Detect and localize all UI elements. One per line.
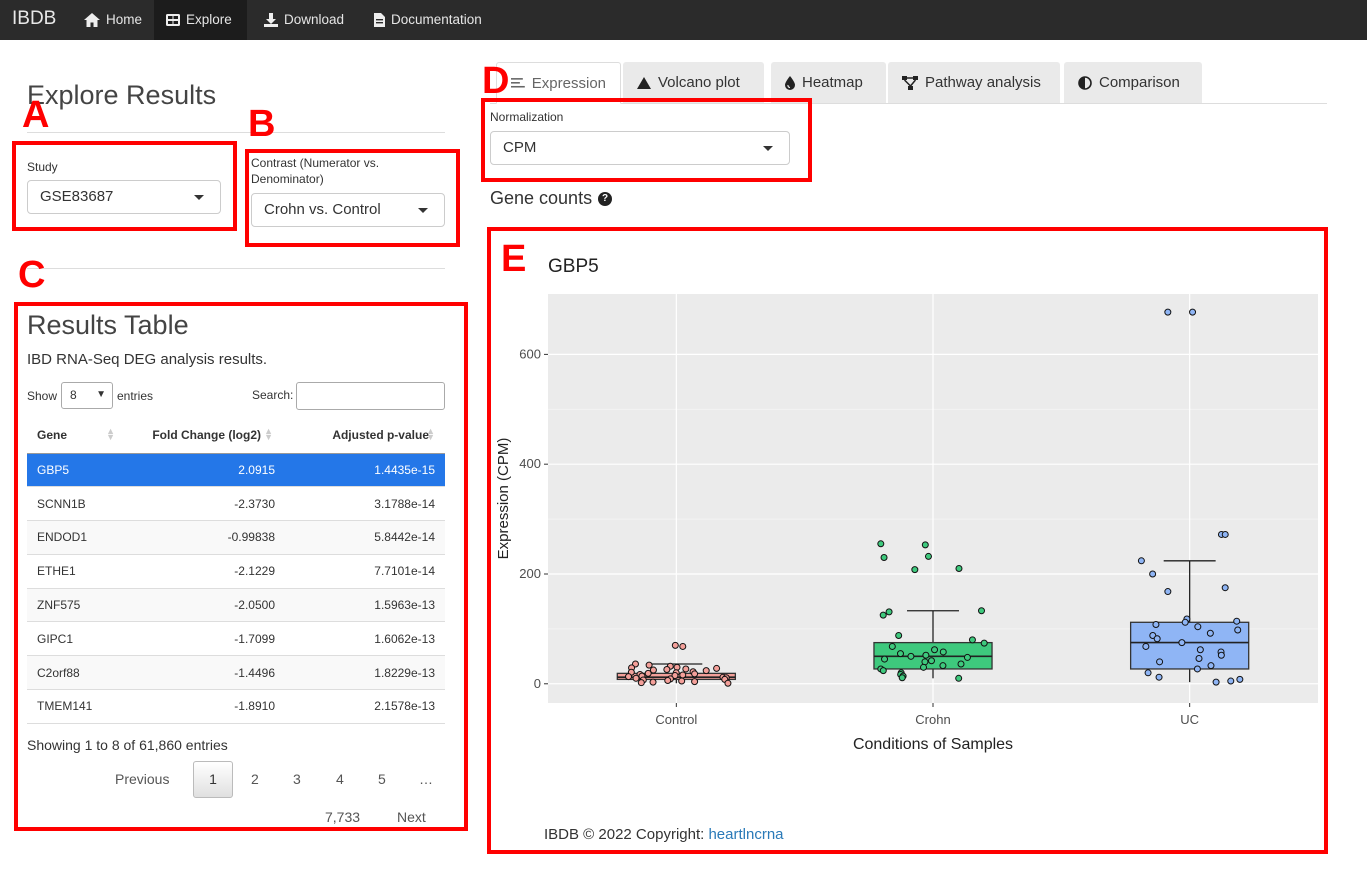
list-icon (511, 78, 525, 88)
file-icon (374, 13, 385, 27)
table-icon (166, 14, 180, 26)
annotation-letter-d: D (482, 60, 510, 102)
nav-home-label: Home (106, 12, 143, 27)
annotation-letter-b: B (248, 103, 276, 145)
download-icon (264, 13, 278, 27)
brand-logo[interactable]: IBDB (12, 8, 56, 30)
tab-expression-label: Expression (531, 74, 606, 92)
tab-volcano-plot-label: Volcano plot (658, 74, 740, 91)
navbar: IBDB Home Explore Download Documentation (0, 0, 1367, 40)
nav-download-label: Download (284, 12, 345, 27)
triangle-icon (637, 76, 651, 89)
annotation-box-c (14, 302, 468, 831)
annotation-box-d (481, 98, 812, 182)
annotation-box-e (487, 227, 1328, 854)
annotation-box-a (12, 141, 237, 231)
tab-heatmap[interactable]: Heatmap (771, 62, 886, 103)
annotation-letter-a: A (22, 94, 50, 136)
divider (27, 268, 445, 269)
nav-explore-label: Explore (186, 12, 232, 27)
tab-pathway-analysis-label: Pathway analysis (925, 74, 1041, 91)
tab-comparison[interactable]: Comparison (1064, 62, 1202, 103)
annotation-box-b (245, 149, 460, 247)
tab-heatmap-label: Heatmap (802, 74, 863, 91)
tab-volcano-plot[interactable]: Volcano plot (623, 62, 764, 103)
network-icon (902, 75, 918, 90)
drop-icon (785, 75, 795, 90)
tab-comparison-label: Comparison (1099, 74, 1180, 91)
nav-download[interactable]: Download (252, 0, 356, 40)
annotation-letter-c: C (18, 254, 46, 296)
page-title: Explore Results (27, 80, 217, 110)
gene-counts-label: Gene counts (490, 188, 593, 208)
nav-documentation-label: Documentation (391, 12, 482, 27)
half-circle-icon (1078, 75, 1092, 90)
gene-counts-heading: Gene counts ? (490, 188, 613, 209)
nav-documentation[interactable]: Documentation (362, 0, 494, 40)
help-icon[interactable]: ? (598, 191, 613, 206)
nav-home[interactable]: Home (72, 0, 154, 40)
annotation-letter-e: E (501, 238, 527, 280)
tab-pathway-analysis[interactable]: Pathway analysis (888, 62, 1060, 103)
nav-explore[interactable]: Explore (154, 0, 247, 40)
divider (27, 132, 445, 133)
home-icon (84, 13, 100, 27)
